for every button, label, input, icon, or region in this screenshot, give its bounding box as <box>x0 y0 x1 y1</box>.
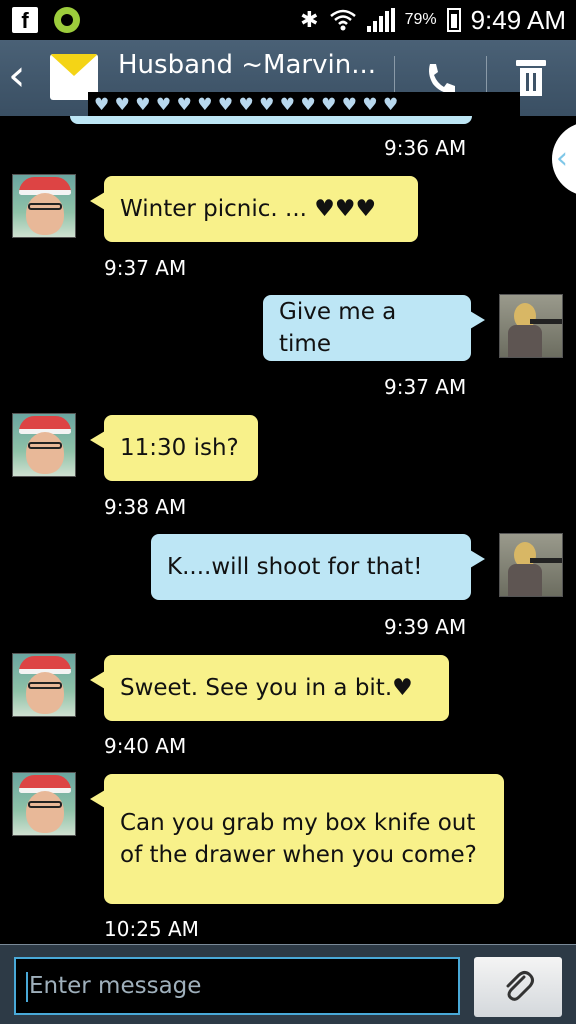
message-input-placeholder: Enter message <box>29 973 202 999</box>
trash-icon <box>516 60 546 66</box>
incoming-message[interactable]: Can you grab my box knife out of the dra… <box>90 774 504 904</box>
paperclip-icon <box>506 971 534 1001</box>
hearts-text: ♥ ♥ ♥ ♥ ♥ ♥ ♥ ♥ ♥ ♥ ♥ ♥ ♥ ♥ ♥ <box>94 95 399 115</box>
side-panel-tab[interactable]: ‹ <box>552 122 576 196</box>
contact-avatar[interactable] <box>12 772 76 836</box>
incoming-message[interactable]: Winter picnic. ... ♥♥♥ <box>90 176 418 242</box>
battery-percent: 79% <box>404 11 437 28</box>
message-text: Give me a time <box>279 299 397 357</box>
hearts-strip: ♥ ♥ ♥ ♥ ♥ ♥ ♥ ♥ ♥ ♥ ♥ ♥ ♥ ♥ ♥ <box>88 92 520 118</box>
message-timestamp: 9:39 AM <box>384 615 467 639</box>
message-text: K....will shoot for that! <box>167 554 423 580</box>
previous-bubble <box>70 116 472 124</box>
message-input[interactable]: Enter message <box>14 957 460 1015</box>
message-thread[interactable]: ‹ 9:36 AM Winter picnic. ... ♥♥♥ 9:37 AM… <box>0 116 576 944</box>
message-text: Sweet. See you in a bit.♥ <box>120 675 413 701</box>
attach-button[interactable] <box>474 957 562 1017</box>
bluetooth-icon: ✱ <box>300 7 319 33</box>
wifi-app-icon <box>54 7 80 33</box>
outgoing-message[interactable]: Give me a time <box>263 295 485 361</box>
battery-icon <box>446 8 461 32</box>
message-timestamp: 9:36 AM <box>384 136 467 160</box>
message-text: Can you grab my box knife out of the dra… <box>120 810 477 868</box>
message-text: 11:30 ish? <box>120 435 239 461</box>
text-cursor <box>26 971 28 1002</box>
my-avatar[interactable] <box>499 533 563 597</box>
wifi-icon <box>329 9 356 31</box>
composer-bar: Enter message <box>0 944 576 1024</box>
incoming-message[interactable]: Sweet. See you in a bit.♥ <box>90 655 449 721</box>
facebook-icon: f <box>12 7 38 33</box>
message-timestamp: 9:40 AM <box>104 734 187 758</box>
outgoing-message[interactable]: K....will shoot for that! <box>151 534 485 600</box>
contact-avatar[interactable] <box>12 174 76 238</box>
contact-name[interactable]: Husband ~Marvin... <box>118 50 376 80</box>
message-timestamp: 10:25 AM <box>104 917 199 941</box>
message-timestamp: 9:37 AM <box>104 256 187 280</box>
status-icons: ✱ 79% 9:49 AM <box>300 4 566 36</box>
back-icon[interactable]: ‹ <box>8 54 38 98</box>
my-avatar[interactable] <box>499 294 563 358</box>
contact-avatar[interactable] <box>12 413 76 477</box>
phone-icon <box>429 64 455 94</box>
status-bar: f ✱ 79% 9:49 AM <box>0 0 576 40</box>
incoming-message[interactable]: 11:30 ish? <box>90 415 258 481</box>
contact-avatar[interactable] <box>12 653 76 717</box>
message-text: Winter picnic. ... ♥♥♥ <box>120 196 377 222</box>
message-timestamp: 9:37 AM <box>384 375 467 399</box>
clock: 9:49 AM <box>470 4 566 35</box>
message-timestamp: 9:38 AM <box>104 495 187 519</box>
signal-icon <box>366 8 395 32</box>
